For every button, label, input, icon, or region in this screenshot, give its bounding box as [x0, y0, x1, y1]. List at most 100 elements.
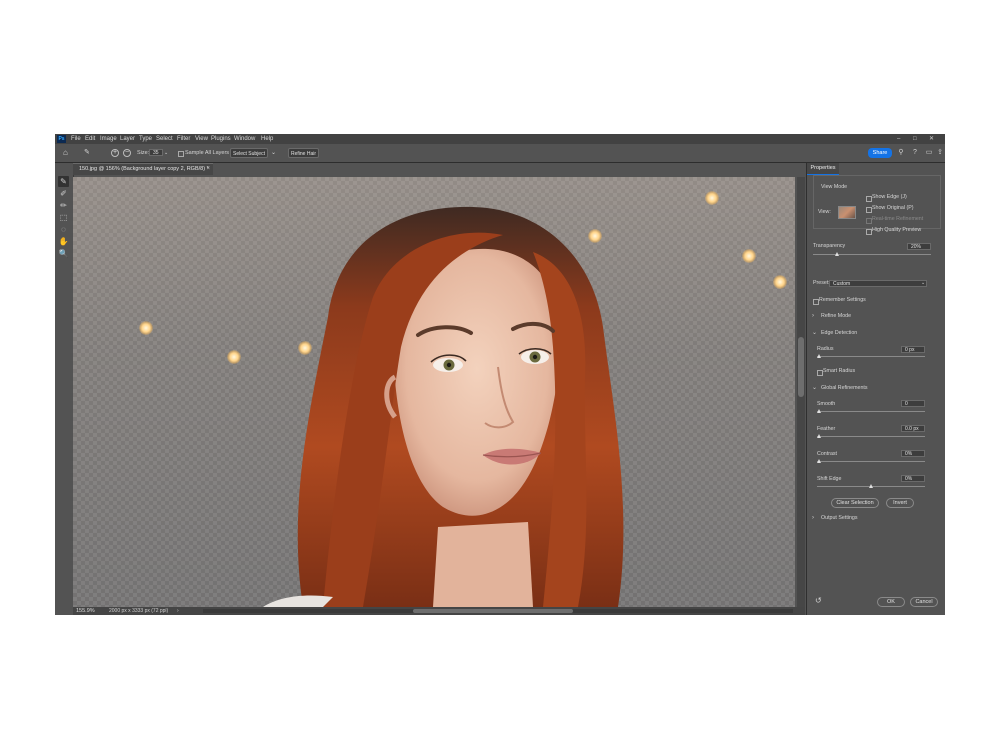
status-bar: 155.9% 2000 px x 3333 px (72 ppi) › [73, 607, 805, 615]
object-selection-icon[interactable]: ⬚ [58, 212, 69, 223]
add-to-selection-icon[interactable]: + [111, 149, 119, 157]
feather-slider[interactable] [817, 436, 925, 437]
refine-edge-brush-icon[interactable]: ✐ [58, 188, 69, 199]
contrast-label: Contrast [817, 451, 838, 457]
transparency-input[interactable]: 20% [907, 243, 931, 250]
horizontal-scrollbar[interactable] [203, 609, 793, 613]
radius-slider-knob[interactable] [817, 354, 821, 358]
chevron-down-icon[interactable]: ⌄ [812, 385, 817, 392]
scrollbar-thumb[interactable] [798, 337, 804, 397]
brush-tool-icon[interactable]: ✏ [58, 200, 69, 211]
zoom-level[interactable]: 155.9% [76, 607, 95, 615]
ok-button[interactable]: OK [877, 597, 905, 607]
contrast-input[interactable]: 0% [901, 450, 925, 457]
chevron-down-icon[interactable]: ⌄ [271, 148, 276, 158]
document-tab[interactable]: 150.jpg @ 156% (Background layer copy 2,… [73, 163, 213, 175]
shift-edge-slider-knob[interactable] [869, 484, 873, 488]
menu-edit[interactable]: Edit [85, 134, 95, 144]
chevron-down-icon[interactable]: ⌄ [812, 330, 817, 337]
photoshop-logo: Ps [57, 135, 66, 143]
status-menu-icon[interactable]: › [177, 607, 179, 615]
menu-file[interactable]: File [71, 134, 81, 144]
reset-icon[interactable]: ↺ [815, 597, 822, 605]
menu-image[interactable]: Image [100, 134, 117, 144]
menu-plugins[interactable]: Plugins [211, 134, 231, 144]
tab-properties[interactable]: Properties [807, 163, 839, 175]
chevron-right-icon[interactable]: › [812, 515, 814, 522]
smart-radius-label: Smart Radius [823, 368, 856, 374]
portrait-image [263, 206, 624, 607]
preset-label: Preset: [813, 280, 830, 286]
zoom-icon[interactable]: 🔍 [58, 248, 69, 259]
refine-mode-section[interactable]: Refine Mode [821, 313, 851, 320]
lasso-icon[interactable]: ◌ [58, 224, 69, 235]
hand-icon[interactable]: ✋ [58, 236, 69, 247]
scrollbar-thumb[interactable] [413, 609, 573, 613]
output-settings-section[interactable]: Output Settings [821, 515, 858, 522]
shift-edge-input[interactable]: 0% [901, 475, 925, 482]
shift-edge-label: Shift Edge [817, 476, 842, 482]
share-icon[interactable]: ⇪ [936, 148, 944, 158]
photoshop-window: Ps File Edit Image Layer Type Select Fil… [55, 134, 945, 615]
clear-selection-button[interactable]: Clear Selection [831, 498, 879, 508]
show-original-label: Show Original (P) [872, 205, 914, 211]
chevron-down-icon[interactable]: ⌄ [164, 148, 168, 158]
menu-view[interactable]: View [195, 134, 208, 144]
share-button[interactable]: Share [868, 148, 892, 158]
global-refinements-section[interactable]: Global Refinements [821, 385, 868, 392]
home-icon[interactable]: ⌂ [63, 148, 68, 158]
radius-label: Radius [817, 346, 834, 352]
properties-panel: Properties View Mode View: Show Edge (J)… [806, 163, 945, 615]
search-icon[interactable]: ⚲ [897, 148, 905, 158]
select-subject-button[interactable]: Select Subject [230, 148, 268, 158]
edge-detection-section[interactable]: Edge Detection [821, 330, 857, 337]
view-label: View: [818, 209, 831, 215]
menu-filter[interactable]: Filter [177, 134, 190, 144]
feather-input[interactable]: 0.0 px [901, 425, 925, 432]
quick-selection-tool-icon[interactable]: ✎ [58, 176, 69, 187]
transparency-label: Transparency [813, 243, 846, 249]
document-dimensions: 2000 px x 3333 px (72 ppi) [109, 608, 169, 614]
close-tab-icon[interactable]: × [206, 164, 210, 175]
refine-hair-button[interactable]: Refine Hair [288, 148, 319, 158]
chevron-down-icon[interactable]: ⌄ [921, 280, 925, 287]
sample-all-layers-checkbox[interactable] [178, 151, 184, 157]
tools-panel: ✎ ✐ ✏ ⬚ ◌ ✋ 🔍 [55, 174, 74, 615]
menu-select[interactable]: Select [156, 134, 173, 144]
realtime-refinement-label: Real-time Refinement [872, 216, 924, 222]
minimize-button[interactable]: – [897, 134, 900, 144]
help-icon[interactable]: ? [911, 148, 919, 158]
view-thumbnail[interactable] [838, 206, 856, 219]
chevron-right-icon[interactable]: › [812, 313, 814, 320]
smooth-slider[interactable] [817, 411, 925, 412]
smooth-slider-knob[interactable] [817, 409, 821, 413]
transparency-slider-knob[interactable] [834, 252, 839, 256]
feather-slider-knob[interactable] [817, 434, 821, 438]
invert-button[interactable]: Invert [886, 498, 914, 508]
preset-select[interactable]: Custom [829, 280, 927, 287]
contrast-slider-knob[interactable] [817, 459, 821, 463]
canvas[interactable] [73, 177, 795, 607]
vertical-scrollbar[interactable] [797, 177, 805, 607]
menu-type[interactable]: Type [139, 134, 152, 144]
close-window-button[interactable]: ✕ [929, 134, 934, 144]
workspace-icon[interactable]: ▭ [925, 148, 933, 158]
view-mode-box: View Mode View: Show Edge (J) Show Origi… [813, 175, 941, 235]
radius-slider[interactable] [817, 356, 925, 357]
subtract-from-selection-icon[interactable]: − [123, 149, 131, 157]
sample-all-layers-label: Sample All Layers [185, 150, 230, 156]
menu-layer[interactable]: Layer [120, 134, 135, 144]
transparency-slider[interactable] [813, 254, 931, 255]
size-label: Size: [137, 150, 150, 156]
brush-icon[interactable]: ✎ [84, 148, 90, 158]
document-title: 150.jpg @ 156% (Background layer copy 2,… [79, 166, 209, 172]
menu-window[interactable]: Window [234, 134, 255, 144]
smooth-input[interactable]: 0 [901, 400, 925, 407]
menu-help[interactable]: Help [261, 134, 273, 144]
show-edge-label: Show Edge (J) [872, 194, 907, 200]
radius-input[interactable]: 0 px [901, 346, 925, 353]
size-input[interactable]: 35 [149, 149, 163, 156]
contrast-slider[interactable] [817, 461, 925, 462]
maximize-button[interactable]: □ [913, 134, 917, 144]
cancel-button[interactable]: Cancel [910, 597, 938, 607]
